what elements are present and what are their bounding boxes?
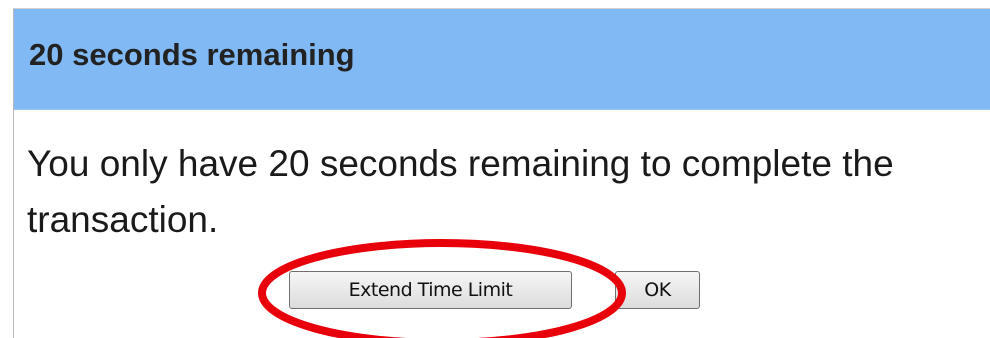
dialog-title-bar: 20 seconds remaining: [14, 9, 990, 110]
extend-time-limit-button[interactable]: Extend Time Limit: [289, 271, 572, 309]
ok-button[interactable]: OK: [615, 271, 700, 309]
dialog-title: 20 seconds remaining: [29, 37, 355, 72]
screenshot-stage: 20 seconds remaining You only have 20 se…: [0, 0, 990, 338]
dialog-message: You only have 20 seconds remaining to co…: [27, 143, 894, 240]
